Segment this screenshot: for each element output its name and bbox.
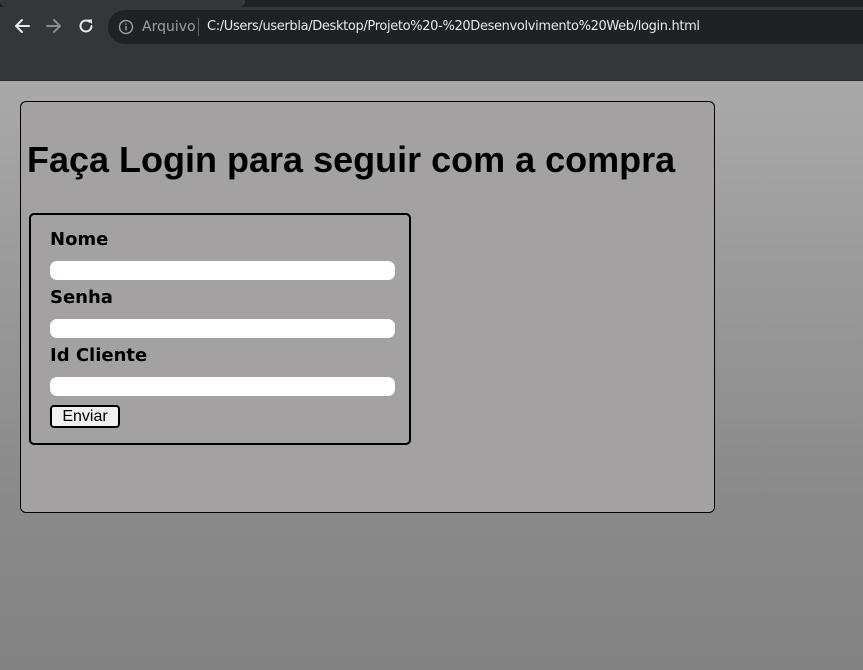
reload-icon [79, 19, 93, 33]
omnibox-divider [198, 18, 199, 36]
browser-toolbar: Arquivo C:/Users/userbla/Desktop/Projeto… [0, 0, 863, 54]
login-container: Faça Login para seguir com a compra Nome… [20, 101, 715, 513]
back-button[interactable] [10, 14, 34, 38]
page-viewport: Faça Login para seguir com a compra Nome… [0, 81, 863, 670]
id-cliente-input[interactable] [50, 377, 395, 396]
security-label[interactable]: Arquivo [142, 18, 196, 36]
active-tab[interactable] [0, 0, 245, 7]
reload-button[interactable] [74, 14, 98, 38]
login-form: Nome Senha Id Cliente Enviar [29, 213, 411, 445]
arrow-right-icon [46, 19, 61, 33]
nome-input[interactable] [50, 261, 395, 280]
id-cliente-label: Id Cliente [50, 345, 148, 366]
page-title: Faça Login para seguir com a compra [27, 139, 676, 180]
senha-label: Senha [50, 287, 113, 308]
url-text[interactable]: C:/Users/userbla/Desktop/Projeto%20-%20D… [207, 18, 700, 36]
tab-strip [0, 0, 863, 7]
nome-label: Nome [50, 229, 109, 250]
info-icon[interactable] [118, 19, 134, 35]
bookmark-bar [0, 54, 863, 81]
senha-input[interactable] [50, 319, 395, 338]
enviar-button[interactable]: Enviar [50, 405, 120, 428]
address-bar[interactable]: Arquivo C:/Users/userbla/Desktop/Projeto… [108, 10, 863, 44]
arrow-left-icon [15, 19, 30, 33]
forward-button[interactable] [42, 14, 66, 38]
